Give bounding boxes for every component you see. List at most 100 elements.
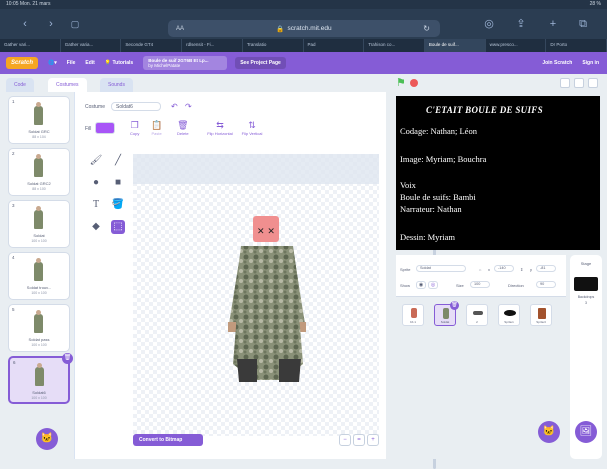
- large-stage-icon[interactable]: [574, 78, 584, 88]
- forward-icon[interactable]: ›: [44, 18, 58, 30]
- sprite-name: 2: [476, 320, 478, 324]
- redo-icon[interactable]: ↷: [185, 102, 192, 111]
- flip-vertical-button[interactable]: ⇅ Flip Vertical: [238, 120, 266, 136]
- x-input[interactable]: -140: [494, 265, 514, 272]
- select-icon[interactable]: ⬚: [111, 220, 125, 234]
- stage-selector[interactable]: Stage Backdrops 3 🖼: [570, 255, 602, 459]
- costume-item[interactable]: 4 Soldat trouv... 100 x 100: [8, 252, 70, 300]
- credit-line: Dessin: Myriam: [400, 232, 456, 242]
- address-bar[interactable]: AA 🔒 scratch.mit.edu ↻: [168, 20, 440, 37]
- undo-icon[interactable]: ↶: [171, 102, 178, 111]
- costume-thumbnail: [34, 206, 43, 229]
- browser-tab[interactable]: Trahison co...: [364, 39, 425, 52]
- costume-item[interactable]: 1 Soldat GRC 88 x 104: [8, 96, 70, 144]
- delete-button[interactable]: 🗑 Delete: [177, 120, 189, 136]
- browser-tab-active[interactable]: Boule de suif...: [424, 39, 486, 52]
- sidebar-icon[interactable]: ▢: [68, 18, 82, 30]
- browser-tab[interactable]: Pad: [304, 39, 365, 52]
- costume-item[interactable]: 2 Soldat GRC2 88 x 100: [8, 148, 70, 196]
- sprite-tile[interactable]: 2: [466, 304, 488, 326]
- costume-item[interactable]: 5 Soldat pass 100 x 100: [8, 304, 70, 352]
- stop-icon[interactable]: [410, 79, 418, 87]
- browser-tab[interactable]: Seconde GT4: [121, 39, 183, 52]
- stage-label: Stage: [580, 261, 592, 266]
- eraser-icon[interactable]: ◆: [89, 220, 103, 234]
- globe-icon[interactable]: 🌐▾: [48, 60, 57, 66]
- tabs-overview-icon[interactable]: ⧉: [576, 18, 590, 30]
- browser-tab[interactable]: Gather varia...: [61, 39, 122, 52]
- sprite-name: bb 1: [410, 320, 416, 324]
- new-tab-icon[interactable]: +: [546, 18, 560, 30]
- project-title[interactable]: Boule de suif 2GT6B Et Lp... by MichelPa…: [143, 56, 228, 70]
- size-input[interactable]: 100: [470, 281, 490, 288]
- file-menu[interactable]: File: [67, 60, 76, 66]
- costume-thumbnail: [34, 258, 43, 281]
- costume-number: 3: [12, 203, 15, 208]
- fill-color-swatch[interactable]: [95, 122, 115, 134]
- direction-input[interactable]: 90: [536, 281, 556, 288]
- reader-aa-button[interactable]: AA: [176, 26, 184, 32]
- see-project-page-button[interactable]: See Project Page: [235, 57, 286, 69]
- add-backdrop-button[interactable]: 🖼: [575, 421, 597, 443]
- browser-tab[interactable]: Translatio: [243, 39, 304, 52]
- sprite-tile[interactable]: bb 1: [402, 304, 424, 326]
- delete-costume-icon[interactable]: 🗑: [62, 353, 73, 364]
- delete-sprite-icon[interactable]: 🗑: [450, 301, 459, 310]
- tab-costumes[interactable]: Costumes: [48, 78, 87, 92]
- sprite-name: Sprite1: [504, 320, 514, 324]
- text-icon[interactable]: T: [89, 198, 103, 212]
- account-icon[interactable]: ◎: [482, 18, 496, 30]
- costume-item-selected[interactable]: 6 Soldat6 100 x 100 🗑: [8, 353, 73, 404]
- browser-tab[interactable]: Gather vari...: [0, 39, 61, 52]
- sprite-name-input[interactable]: Soldat: [416, 265, 466, 272]
- tutorials-menu[interactable]: 💡 Tutorials: [105, 60, 133, 66]
- zoom-in-icon[interactable]: +: [367, 434, 379, 446]
- costume-size: 100 x 100: [31, 343, 47, 347]
- green-flag-icon[interactable]: ⚑: [396, 78, 406, 89]
- tab-sounds[interactable]: Sounds: [100, 78, 133, 92]
- fill-bucket-icon[interactable]: 🪣: [111, 198, 125, 212]
- reload-icon[interactable]: ↻: [423, 24, 430, 33]
- paint-canvas[interactable]: ✕ ✕: [133, 154, 436, 469]
- copy-button[interactable]: ❐ Copy: [130, 120, 139, 136]
- paste-button[interactable]: 📋 Paste: [151, 120, 162, 136]
- show-visible-icon[interactable]: ◉: [416, 281, 426, 289]
- small-stage-icon[interactable]: [560, 78, 570, 88]
- convert-to-bitmap-button[interactable]: Convert to Bitmap: [133, 434, 203, 446]
- y-icon: ⇕: [520, 267, 524, 272]
- share-icon[interactable]: ⇪: [514, 18, 528, 30]
- costume-item[interactable]: 3 Soldat 100 x 100: [8, 200, 70, 248]
- costume-name-input[interactable]: Soldat6: [111, 102, 161, 111]
- line-icon[interactable]: ╱: [111, 154, 125, 168]
- circle-icon[interactable]: ●: [89, 176, 103, 190]
- sign-in-link[interactable]: Sign in: [582, 60, 599, 66]
- y-input[interactable]: -81: [536, 265, 556, 272]
- show-hidden-icon[interactable]: ◎: [428, 281, 438, 289]
- sprite-tile[interactable]: Sprite1: [498, 304, 520, 326]
- show-label: Show: [400, 283, 411, 288]
- costume-size: 100 x 100: [31, 291, 47, 295]
- credit-line: Codage: Nathan; Léon: [400, 126, 477, 136]
- sprite-tile-selected[interactable]: Soldat 🗑: [434, 301, 459, 326]
- back-icon[interactable]: ‹: [18, 18, 32, 30]
- scratch-logo[interactable]: Scratch: [6, 57, 39, 69]
- zoom-reset-icon[interactable]: =: [353, 434, 365, 446]
- add-costume-button[interactable]: 🐱: [36, 428, 58, 450]
- tab-code[interactable]: Code: [6, 78, 34, 92]
- brush-icon[interactable]: 🖌: [89, 154, 103, 168]
- costume-name: Soldat6: [32, 390, 46, 395]
- add-sprite-button[interactable]: 🐱: [538, 421, 560, 443]
- fullscreen-icon[interactable]: [588, 78, 598, 88]
- stage-canvas[interactable]: C'ETAIT BOULE DE SUIFS Codage: Nathan; L…: [396, 96, 600, 250]
- edit-menu[interactable]: Edit: [85, 60, 94, 66]
- browser-tab[interactable]: Dr Porto: [546, 39, 607, 52]
- browser-tab[interactable]: www.presco...: [486, 39, 547, 52]
- sprite-tile[interactable]: Sprite3: [530, 304, 552, 326]
- rectangle-icon[interactable]: ■: [111, 176, 125, 190]
- join-scratch-link[interactable]: Join Scratch: [542, 60, 572, 66]
- flip-horizontal-button[interactable]: ⇆ Flip Horizontal: [205, 120, 235, 136]
- costume-number: 2: [12, 151, 15, 156]
- zoom-out-icon[interactable]: −: [339, 434, 351, 446]
- tutorials-label: Tutorials: [112, 60, 134, 66]
- browser-tab[interactable]: rdlsensit - Fi...: [182, 39, 243, 52]
